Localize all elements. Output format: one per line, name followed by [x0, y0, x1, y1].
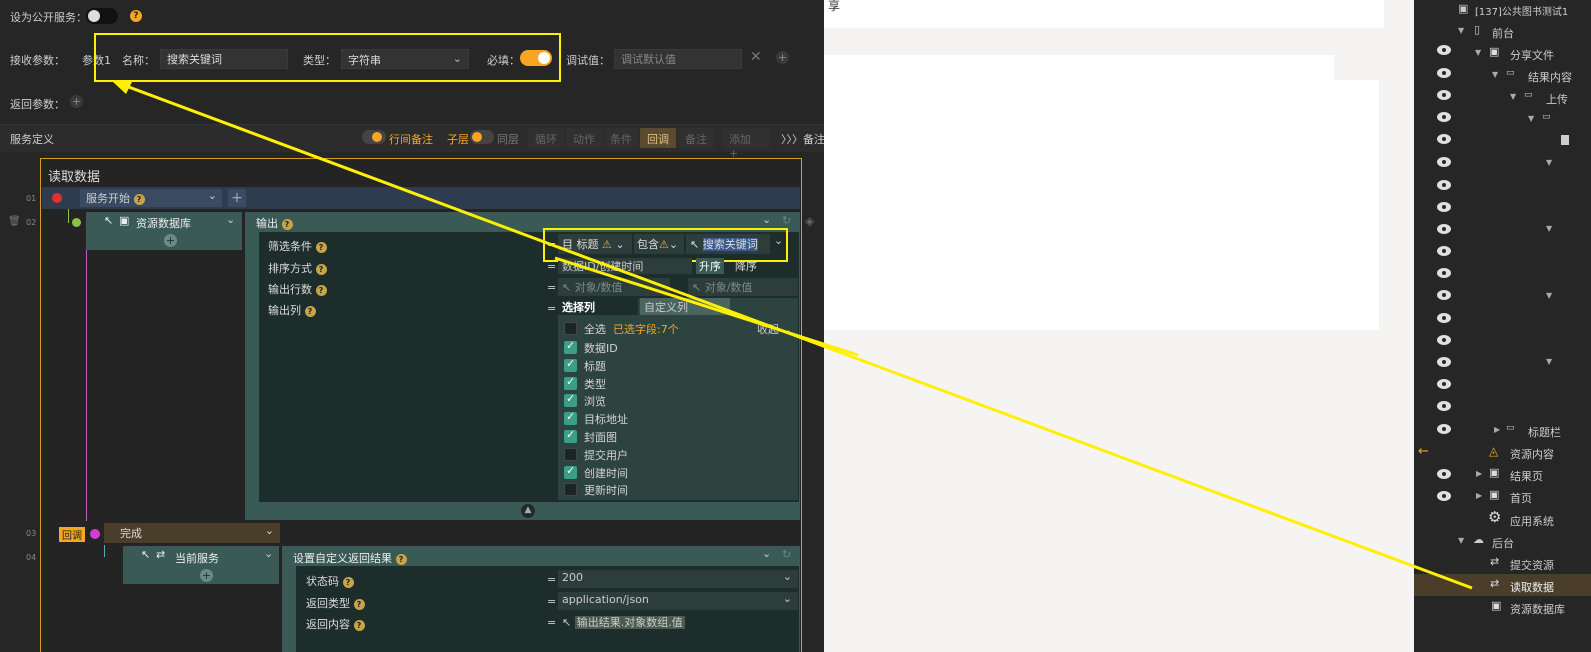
- arrow-line-to-filter: [554, 256, 859, 357]
- annotation-arrows: [112, 80, 1473, 590]
